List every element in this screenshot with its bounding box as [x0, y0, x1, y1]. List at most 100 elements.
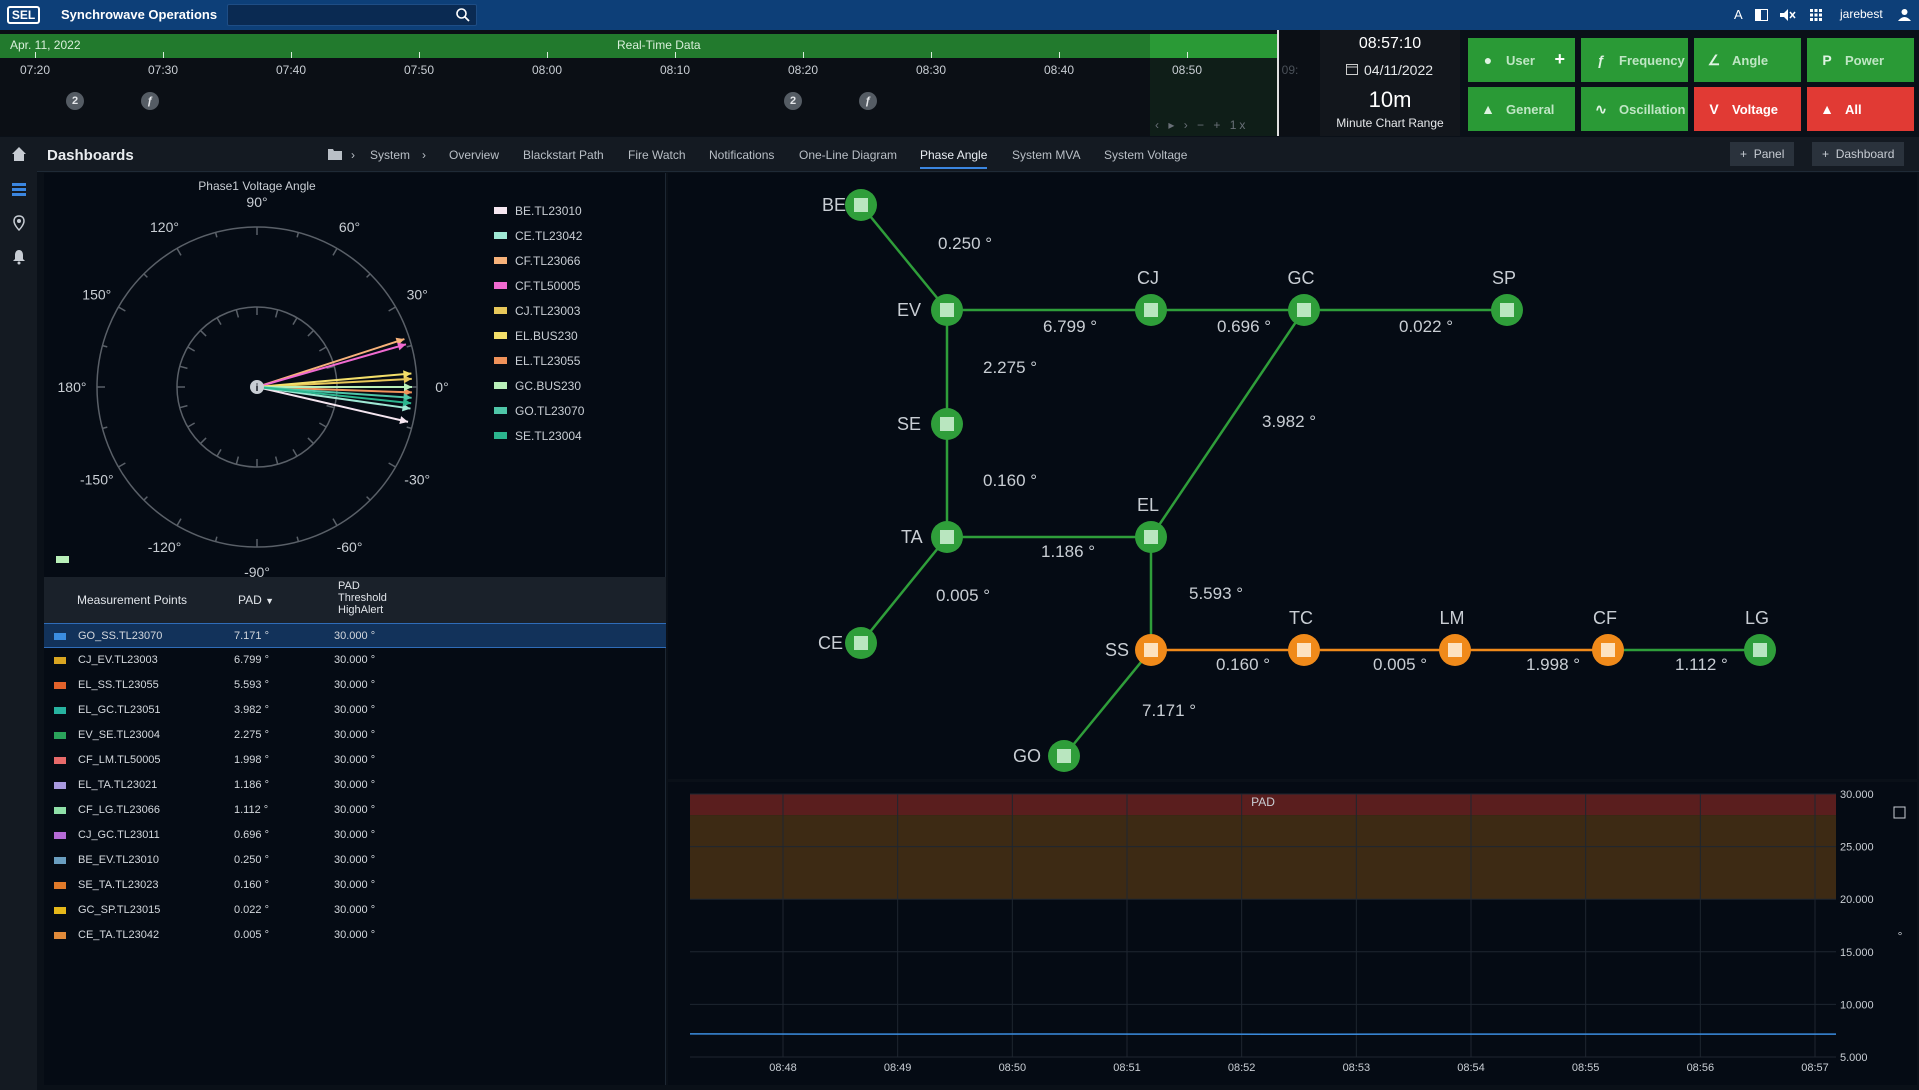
polar-legend-item[interactable]: CE.TL23042 — [494, 229, 582, 243]
alarm-label: Frequency — [1619, 52, 1685, 68]
add-alarm-icon[interactable]: + — [1554, 49, 1565, 70]
row-pad: 0.696 ° — [234, 829, 269, 841]
legend-swatch — [494, 232, 507, 239]
user-icon: ● — [1483, 52, 1493, 68]
sort-desc-icon[interactable]: ▼ — [265, 596, 274, 606]
table-row[interactable]: EV_SE.TL23004 2.275 ° 30.000 ° — [44, 723, 666, 748]
tab-overview[interactable]: Overview — [449, 148, 499, 162]
pad-chart[interactable]: 30.000 25.000 20.000 15.000 10.000 5.000 08:48… — [668, 782, 1917, 1085]
timeline-event-count[interactable]: 2 — [66, 92, 84, 110]
bell-icon[interactable] — [11, 249, 27, 265]
search-input[interactable] — [227, 4, 477, 26]
breadcrumb-system[interactable]: System — [370, 148, 410, 162]
add-dashboard-button[interactable]: + Dashboard — [1812, 142, 1905, 166]
row-pad: 6.799 ° — [234, 654, 269, 666]
phase-angle-network[interactable]: 0.250 ° 6.799 ° 0.696 ° 0.022 ° 2.275 ° 3.982… — [668, 173, 1917, 779]
tab-blackstart-path[interactable]: Blackstart Path — [523, 148, 604, 162]
timeline[interactable]: Apr. 11, 2022 Real-Time Data 2 ƒ 2 ƒ ‹ ▸… — [0, 30, 1320, 136]
tab-system-voltage[interactable]: System Voltage — [1104, 148, 1187, 162]
table-row[interactable]: EL_TA.TL23021 1.186 ° 30.000 ° — [44, 773, 666, 798]
alarm-power-button[interactable]: P Power — [1807, 38, 1914, 82]
user-icon[interactable] — [1898, 8, 1911, 21]
timeline-now-marker[interactable] — [1277, 30, 1279, 136]
legend-swatch — [494, 207, 507, 214]
tab-notifications[interactable]: Notifications — [709, 148, 774, 162]
normal-band — [690, 899, 1836, 1057]
alarm-user-button[interactable]: ● User + — [1468, 38, 1575, 82]
table-row[interactable]: SE_TA.TL23023 0.160 ° 30.000 ° — [44, 873, 666, 898]
clock-date[interactable]: 04/11/2022 — [1364, 62, 1433, 78]
network-edge[interactable] — [860, 536, 948, 644]
alarm-angle-button[interactable]: ∠ Angle — [1694, 38, 1801, 82]
table-row[interactable]: CF_LG.TL23066 1.112 ° 30.000 ° — [44, 798, 666, 823]
mute-icon[interactable] — [1780, 9, 1796, 21]
alarm-all-button[interactable]: ▲ All — [1807, 87, 1914, 131]
polar-legend-item[interactable]: SE.TL23004 — [494, 429, 582, 443]
polar-legend-item[interactable]: GO.TL23070 — [494, 404, 584, 418]
table-row[interactable]: BE_EV.TL23010 0.250 ° 30.000 ° — [44, 848, 666, 873]
user-name[interactable]: jarebest — [1840, 7, 1883, 21]
tab-system-mva[interactable]: System MVA — [1012, 148, 1080, 162]
polar-legend-item[interactable]: BE.TL23010 — [494, 204, 582, 218]
chart-range-value[interactable]: 10m — [1320, 87, 1460, 113]
table-row[interactable]: CE_TA.TL23042 0.005 ° 30.000 ° — [44, 923, 666, 948]
table-row[interactable]: EL_GC.TL23051 3.982 ° 30.000 ° — [44, 698, 666, 723]
table-row[interactable]: CJ_GC.TL23011 0.696 ° 30.000 ° — [44, 823, 666, 848]
layout-icon[interactable] — [1755, 9, 1768, 21]
polar-tick — [366, 273, 371, 278]
col-pad[interactable]: PAD ▼ — [238, 593, 274, 607]
timeline-event-count[interactable]: 2 — [784, 92, 802, 110]
polar-legend-item[interactable]: EL.TL23055 — [494, 354, 580, 368]
table-row[interactable]: EL_SS.TL23055 5.593 ° 30.000 ° — [44, 673, 666, 698]
timeline-frequency-event[interactable]: ƒ — [141, 92, 159, 110]
timeline-tick-label: 07:50 — [403, 63, 435, 77]
row-pad: 5.593 ° — [234, 679, 269, 691]
apps-grid-icon[interactable] — [1810, 9, 1822, 21]
chart-options-icon[interactable] — [1893, 806, 1906, 819]
polar-legend-item[interactable]: CJ.TL23003 — [494, 304, 580, 318]
polar-angle-label: -60° — [337, 539, 363, 555]
row-measurement-point: BE_EV.TL23010 — [78, 854, 159, 866]
search-icon[interactable] — [455, 7, 471, 23]
timeline-tick-label: 07:30 — [147, 63, 179, 77]
tab-fire-watch[interactable]: Fire Watch — [628, 148, 686, 162]
table-row[interactable]: CF_LM.TL50005 1.998 ° 30.000 ° — [44, 748, 666, 773]
polar-legend-item[interactable]: EL.BUS230 — [494, 329, 578, 343]
alarm-oscillation-button[interactable]: ∿ Oscillation — [1581, 87, 1688, 131]
col-pad-threshold[interactable]: PAD Threshold HighAlert — [338, 580, 387, 616]
dashboard-icon[interactable] — [11, 181, 27, 197]
home-icon[interactable] — [11, 146, 27, 162]
alarm-general-button[interactable]: ▲ General — [1468, 87, 1575, 131]
polar-legend-item[interactable]: CF.TL50005 — [494, 279, 580, 293]
calendar-icon[interactable] — [1346, 63, 1358, 75]
timeline-current-window[interactable] — [1150, 34, 1278, 58]
network-edge[interactable] — [860, 204, 948, 311]
timeline-frequency-event[interactable]: ƒ — [859, 92, 877, 110]
map-pin-icon[interactable] — [11, 215, 27, 231]
row-threshold: 30.000 ° — [334, 804, 376, 816]
node-square-icon — [1297, 643, 1311, 657]
table-row[interactable]: GC_SP.TL23015 0.022 ° 30.000 ° — [44, 898, 666, 923]
polar-legend-item[interactable]: CF.TL23066 — [494, 254, 580, 268]
tab-one-line-diagram[interactable]: One-Line Diagram — [799, 148, 897, 162]
row-pad: 0.005 ° — [234, 929, 269, 941]
alarm-voltage-button[interactable]: V Voltage — [1694, 87, 1801, 131]
timeline-future-tick: 09: — [1281, 63, 1299, 77]
row-threshold: 30.000 ° — [334, 654, 376, 666]
chart-range-label: Minute Chart Range — [1336, 116, 1444, 130]
node-square-icon — [1448, 643, 1462, 657]
table-row[interactable]: GO_SS.TL23070 7.171 ° 30.000 ° — [44, 623, 666, 648]
network-edge[interactable] — [1063, 649, 1152, 757]
polar-tick — [235, 456, 240, 465]
row-color-swatch — [54, 782, 66, 789]
table-row[interactable]: CJ_EV.TL23003 6.799 ° 30.000 ° — [44, 648, 666, 673]
add-panel-button[interactable]: + Panel — [1730, 142, 1795, 166]
timeline-tick-mark — [931, 52, 932, 58]
timeline-playback-controls[interactable]: ‹ ▸ › − + 1x — [1155, 118, 1248, 132]
folder-icon[interactable] — [328, 148, 342, 160]
polar-legend-item[interactable]: GC.BUS230 — [494, 379, 581, 393]
tab-phase-angle[interactable]: Phase Angle — [920, 148, 988, 169]
text-size-icon[interactable]: A — [1734, 7, 1743, 22]
col-measurement-points[interactable]: Measurement Points — [77, 593, 187, 607]
alarm-frequency-button[interactable]: ƒ Frequency — [1581, 38, 1688, 82]
